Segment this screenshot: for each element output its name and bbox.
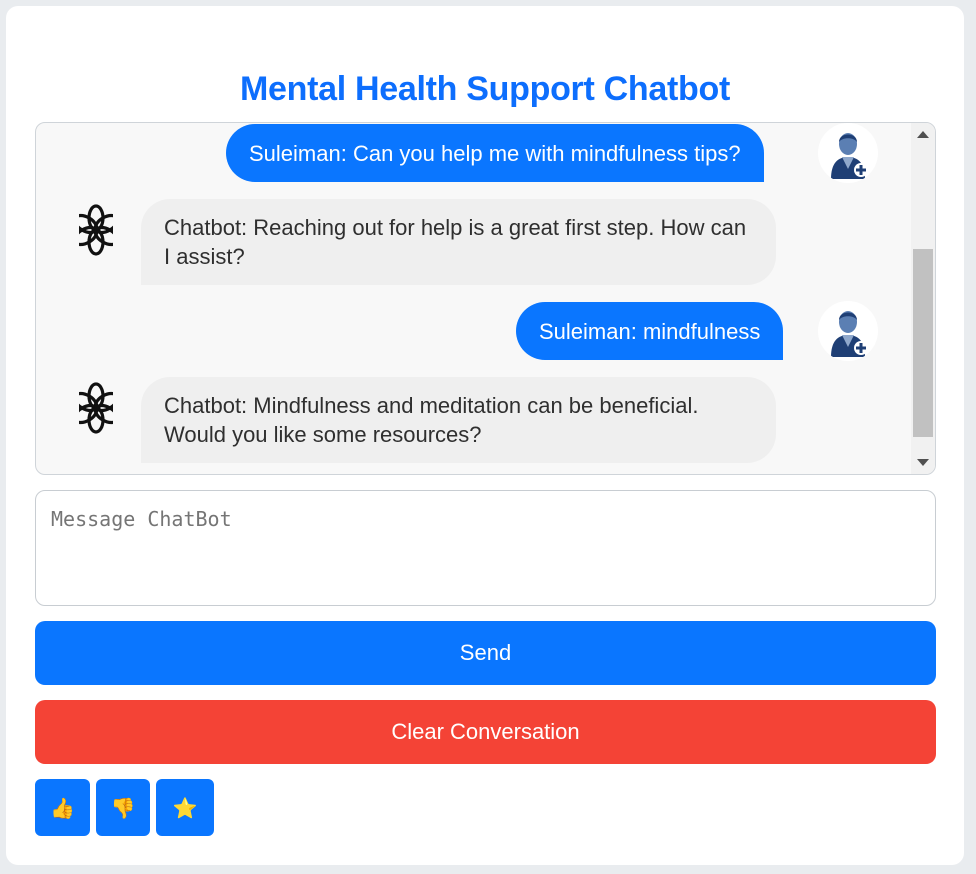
scrollbar-thumb[interactable] <box>913 249 933 437</box>
scroll-down-icon[interactable] <box>917 459 929 466</box>
chatbot-logo-icon <box>79 204 113 256</box>
bot-message: Chatbot: Reaching out for help is a grea… <box>141 199 776 285</box>
message-input[interactable] <box>35 490 936 606</box>
clear-conversation-button[interactable]: Clear Conversation <box>35 700 936 764</box>
thumbs-down-button[interactable]: 👎 <box>96 779 150 836</box>
chatbot-logo-icon <box>79 382 113 434</box>
send-button[interactable]: Send <box>35 621 936 685</box>
chat-history[interactable]: Suleiman: Can you help me with mindfulne… <box>35 122 936 475</box>
bot-message: Chatbot: Mindfulness and meditation can … <box>141 377 776 463</box>
thumbs-up-icon: 👍 <box>50 795 75 820</box>
user-avatar-icon <box>818 301 878 361</box>
page-title: Mental Health Support Chatbot <box>240 70 730 108</box>
user-message: Suleiman: mindfulness <box>516 302 784 360</box>
chat-card: Mental Health Support Chatbot Suleiman: … <box>6 6 964 865</box>
chat-scrollbar[interactable] <box>911 123 935 474</box>
star-rating-button[interactable]: ⭐ <box>156 779 214 836</box>
star-icon: ⭐ <box>172 795 198 820</box>
user-avatar-icon <box>818 123 878 183</box>
thumbs-up-button[interactable]: 👍 <box>35 779 90 836</box>
user-message: Suleiman: Can you help me with mindfulne… <box>226 124 764 182</box>
thumbs-down-icon: 👎 <box>110 795 136 820</box>
scroll-up-icon[interactable] <box>917 131 929 138</box>
